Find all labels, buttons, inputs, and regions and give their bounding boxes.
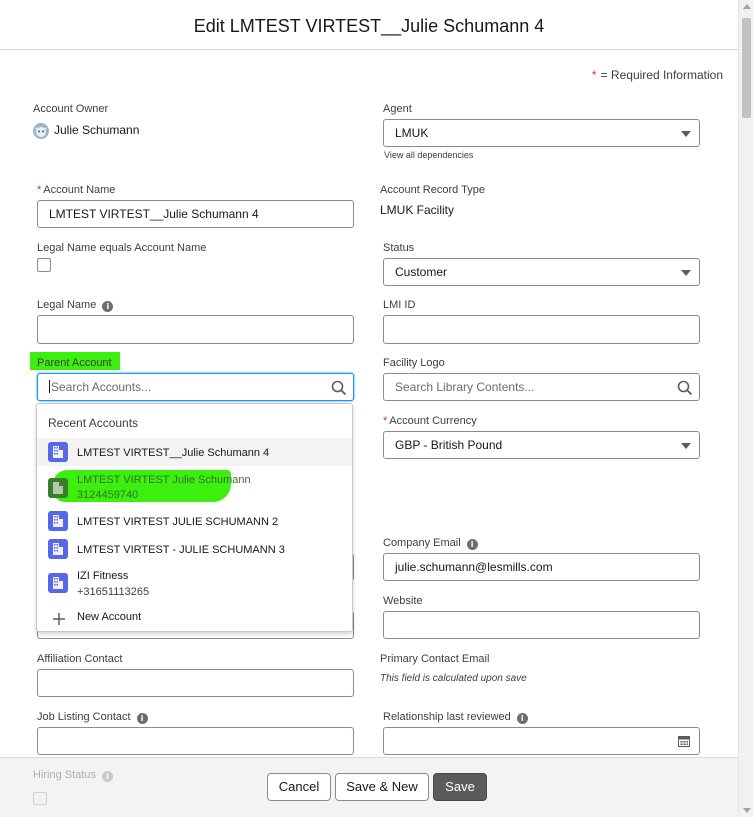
account-owner-label: Account Owner (33, 103, 109, 115)
list-item-sub: +31651113265 (77, 586, 150, 598)
lmi-id-label: LMI ID (383, 299, 416, 311)
calendar-icon[interactable] (678, 735, 690, 747)
job-listing-contact-label: Job Listing Contact i (37, 711, 148, 724)
view-dependencies-link[interactable]: View all dependencies (384, 150, 473, 160)
agent-label: Agent (383, 103, 412, 115)
facility-logo-placeholder: Search Library Contents... (395, 380, 535, 394)
agent-select[interactable]: LMUK (383, 119, 700, 147)
facility-logo-search-input[interactable]: Search Library Contents... (383, 373, 700, 401)
list-item[interactable]: LMTEST VIRTEST Julie Schumann 3124459740 (37, 470, 352, 504)
parent-account-placeholder: Search Accounts... (51, 380, 152, 394)
account-currency-value: GBP - British Pound (395, 438, 503, 452)
modal-footer: Hiring Status i Cancel Save & New Save (0, 757, 738, 817)
save-new-button[interactable]: Save & New (335, 773, 429, 801)
list-item-name: LMTEST VIRTEST Julie Schumann (77, 474, 251, 486)
scrollbar-thumb[interactable] (742, 18, 751, 118)
list-item-sub: 3124459740 (77, 489, 139, 501)
hiring-status-label: Hiring Status i (33, 769, 113, 782)
required-note: * = Required Information (592, 68, 723, 82)
company-email-label-text: Company Email (383, 537, 461, 549)
scroll-up-icon[interactable] (743, 4, 751, 9)
modal-header: Edit LMTEST VIRTEST__Julie Schumann 4 (0, 0, 738, 50)
chevron-down-icon (681, 443, 691, 449)
chevron-down-icon (681, 131, 691, 137)
plus-icon[interactable] (52, 612, 66, 626)
account-icon (48, 442, 68, 462)
info-icon[interactable]: i (136, 713, 148, 724)
hiring-status-checkbox[interactable] (33, 792, 47, 805)
avatar-icon (33, 123, 49, 139)
list-item[interactable]: IZI Fitness +31651113265 (37, 565, 352, 599)
required-star: * (37, 184, 42, 196)
required-star: * (383, 415, 388, 427)
list-item-name: IZI Fitness (77, 570, 129, 582)
parent-account-search-input[interactable]: Search Accounts... (37, 373, 354, 401)
relationship-last-reviewed-input[interactable] (383, 727, 700, 755)
list-item-name: LMTEST VIRTEST JULIE SCHUMANN 2 (77, 516, 279, 528)
relationship-last-reviewed-label: Relationship last reviewed i (383, 711, 528, 724)
info-icon[interactable]: i (102, 301, 114, 312)
list-item[interactable]: LMTEST VIRTEST__Julie Schumann 4 (37, 438, 352, 466)
facility-logo-label: Facility Logo (383, 357, 445, 369)
info-icon[interactable]: i (466, 539, 478, 550)
search-icon[interactable] (331, 380, 347, 396)
legal-name-equals-checkbox[interactable] (37, 258, 51, 272)
account-icon (48, 573, 68, 593)
account-owner-value[interactable]: Julie Schumann (54, 123, 139, 137)
legal-name-input[interactable] (37, 315, 354, 344)
info-icon[interactable]: i (516, 713, 528, 724)
status-label: Status (383, 242, 415, 254)
modal-title: Edit LMTEST VIRTEST__Julie Schumann 4 (193, 16, 545, 36)
account-name-label: * Account Name (37, 184, 115, 196)
account-name-input[interactable]: LMTEST VIRTEST__Julie Schumann 4 (37, 200, 354, 228)
parent-account-dropdown: Recent Accounts LMTEST VIRTEST__Julie Sc… (36, 403, 353, 632)
list-item[interactable]: LMTEST VIRTEST JULIE SCHUMANN 2 (37, 507, 352, 535)
list-item-name: LMTEST VIRTEST__Julie Schumann 4 (77, 447, 270, 459)
search-icon[interactable] (677, 380, 693, 396)
company-email-input[interactable]: julie.schumann@lesmills.com (383, 553, 700, 581)
status-select-value: Customer (395, 265, 448, 279)
account-icon (48, 539, 68, 559)
required-note-text: = Required Information (600, 68, 723, 82)
status-select[interactable]: Customer (383, 258, 700, 286)
legal-name-equals-label: Legal Name equals Account Name (37, 242, 207, 254)
account-currency-label-text: Account Currency (389, 415, 477, 427)
website-input[interactable] (383, 611, 700, 639)
website-label: Website (383, 595, 423, 607)
affiliation-contact-input[interactable] (37, 669, 354, 697)
relationship-last-reviewed-label-text: Relationship last reviewed (383, 711, 511, 723)
cancel-button[interactable]: Cancel (267, 773, 331, 801)
text-caret (49, 380, 50, 393)
parent-account-label: Parent Account (37, 357, 112, 369)
required-star: * (591, 68, 597, 82)
scroll-down-icon[interactable] (743, 808, 751, 813)
info-icon: i (101, 771, 113, 782)
scrollbar[interactable] (738, 0, 753, 817)
list-item-name: LMTEST VIRTEST - JULIE SCHUMANN 3 (77, 544, 285, 556)
job-listing-contact-label-text: Job Listing Contact (37, 711, 131, 723)
company-email-label: Company Email i (383, 537, 478, 550)
account-record-type-value: LMUK Facility (380, 203, 455, 217)
chevron-down-icon (681, 270, 691, 276)
primary-contact-email-value: This field is calculated upon save (380, 673, 527, 684)
new-account-option[interactable]: New Account (77, 611, 141, 623)
job-listing-contact-input[interactable] (37, 727, 354, 755)
account-record-type-label: Account Record Type (380, 184, 485, 196)
account-icon (48, 478, 68, 498)
hiring-status-label-text: Hiring Status (33, 769, 96, 781)
affiliation-contact-label: Affiliation Contact (37, 653, 123, 665)
dropdown-heading: Recent Accounts (48, 416, 139, 430)
agent-select-value: LMUK (395, 126, 429, 140)
legal-name-label-text: Legal Name (37, 299, 97, 311)
lmi-id-input[interactable] (383, 315, 700, 344)
account-icon (48, 511, 68, 531)
list-item[interactable]: LMTEST VIRTEST - JULIE SCHUMANN 3 (37, 535, 352, 563)
primary-contact-email-label: Primary Contact Email (380, 653, 490, 665)
account-currency-label: * Account Currency (383, 415, 477, 427)
legal-name-label: Legal Name i (37, 299, 114, 312)
account-name-label-text: Account Name (43, 184, 116, 196)
account-currency-select[interactable]: GBP - British Pound (383, 431, 700, 459)
save-button[interactable]: Save (433, 773, 487, 801)
